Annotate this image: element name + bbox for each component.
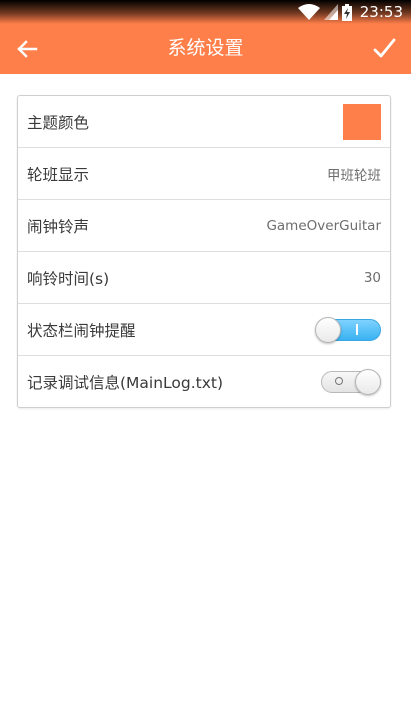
statusbar-reminder-toggle[interactable]: [315, 316, 381, 343]
setting-alarm-ringtone[interactable]: 闹钟铃声 GameOverGuitar: [18, 200, 390, 252]
toggle-on-mark: [356, 323, 358, 335]
setting-debug-log: 记录调试信息(MainLog.txt): [18, 356, 390, 407]
check-icon[interactable]: [371, 36, 397, 62]
page-title: 系统设置: [167, 37, 244, 59]
setting-value: 30: [363, 269, 381, 286]
setting-label: 轮班显示: [27, 165, 90, 184]
setting-value: GameOverGuitar: [266, 217, 381, 234]
theme-color-swatch[interactable]: [343, 103, 381, 140]
setting-label: 记录调试信息(MainLog.txt): [27, 373, 224, 392]
toggle-knob[interactable]: [355, 368, 381, 395]
setting-label: 闹钟铃声: [27, 217, 90, 236]
setting-label: 响铃时间(s): [27, 269, 110, 288]
debug-log-toggle[interactable]: [315, 368, 381, 395]
setting-statusbar-reminder: 状态栏闹钟提醒: [18, 304, 390, 356]
app-bar: 系统设置: [0, 24, 411, 74]
settings-card: 主题颜色 轮班显示 甲班轮班 闹钟铃声 GameOverGuitar 响铃时间(…: [17, 95, 391, 408]
setting-theme-color[interactable]: 主题颜色: [18, 96, 390, 148]
toggle-off-mark: [335, 376, 343, 385]
setting-shift-display[interactable]: 轮班显示 甲班轮班: [18, 148, 390, 200]
wifi-icon: [297, 4, 320, 20]
setting-ring-duration[interactable]: 响铃时间(s) 30: [18, 252, 390, 304]
toggle-knob[interactable]: [315, 316, 341, 343]
signal-icon: [323, 4, 338, 20]
status-icons: 23:53: [297, 0, 403, 24]
status-bar: 23:53: [0, 0, 411, 24]
setting-label: 状态栏闹钟提醒: [27, 321, 136, 340]
status-time: 23:53: [359, 3, 403, 21]
setting-label: 主题颜色: [27, 113, 90, 132]
setting-value: 甲班轮班: [327, 167, 381, 184]
battery-charging-icon: [341, 3, 352, 21]
